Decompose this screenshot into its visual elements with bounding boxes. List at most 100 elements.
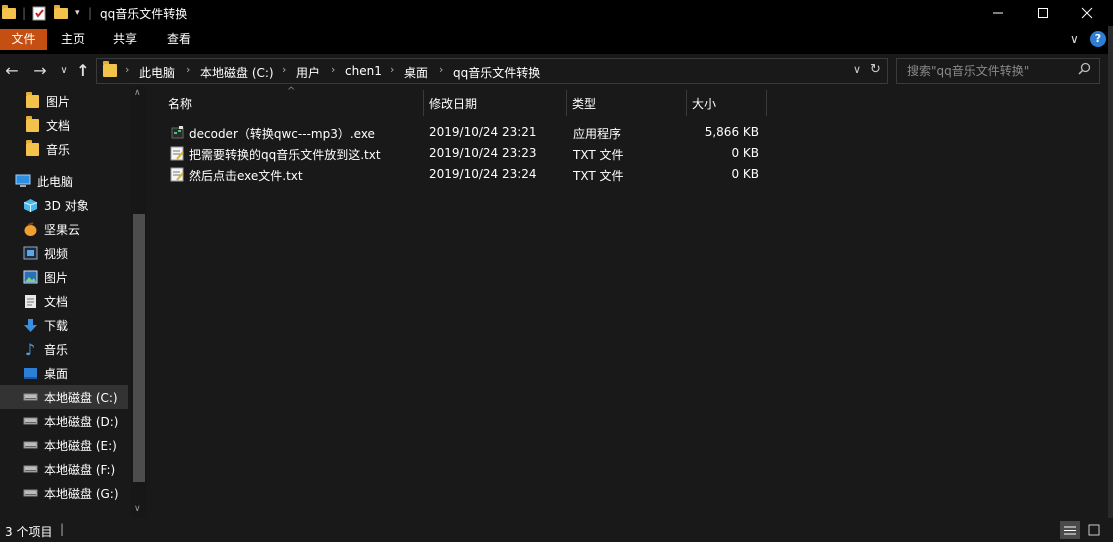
folder-icon [24, 139, 40, 157]
folder-icon [103, 61, 117, 80]
right-edge-strip [1108, 26, 1113, 542]
search-box[interactable] [896, 58, 1100, 84]
nav-item-videos[interactable]: 视频 [0, 241, 150, 265]
window-title: qq音乐文件转换 [100, 7, 188, 21]
file-name: 把需要转换的qq音乐文件放到这.txt [189, 148, 381, 162]
breadcrumb-users[interactable]: 用户 [296, 64, 320, 81]
file-row-decoder[interactable]: decoder（转换qwc---mp3）.exe 2019/10/24 23:2… [166, 123, 786, 144]
drive-icon [22, 413, 38, 429]
tab-view[interactable]: 查看 [160, 29, 198, 50]
properties-icon[interactable] [32, 4, 46, 22]
column-header-date[interactable]: 修改日期 [429, 92, 477, 116]
file-type: 应用程序 [573, 127, 622, 141]
nav-item-drive-f[interactable]: 本地磁盘 (F:) [0, 457, 150, 481]
file-list: ^ 名称 修改日期 类型 大小 decoder（转换qwc---mp3）.exe… [148, 86, 1108, 518]
tab-home[interactable]: 主页 [54, 29, 92, 50]
file-date: 2019/10/24 23:24 [429, 167, 537, 181]
column-divider[interactable] [423, 90, 424, 116]
drive-icon [22, 437, 38, 453]
text-file-icon [170, 167, 184, 185]
expand-ribbon-icon[interactable]: ∨ [1070, 32, 1079, 46]
nav-item-3d-objects[interactable]: 3D 对象 [0, 193, 150, 217]
drive-icon [22, 485, 38, 501]
breadcrumb-this-pc[interactable]: 此电脑 [139, 64, 175, 81]
chevron-right-icon[interactable]: › [186, 63, 190, 76]
file-size: 0 KB [731, 167, 759, 181]
breadcrumb-current-folder[interactable]: qq音乐文件转换 [453, 64, 540, 81]
column-header-name[interactable]: 名称 [168, 92, 192, 116]
column-divider[interactable] [686, 90, 687, 116]
customize-toolbar-icon[interactable]: ▾ [75, 4, 80, 22]
nav-item-nutstore[interactable]: 坚果云 [0, 217, 150, 241]
chevron-right-icon[interactable]: › [439, 63, 443, 76]
scroll-down-icon[interactable]: ∨ [134, 504, 141, 514]
chevron-right-icon[interactable]: › [390, 63, 394, 76]
file-row-instructions-1[interactable]: 把需要转换的qq音乐文件放到这.txt 2019/10/24 23:23 TXT… [166, 144, 786, 165]
help-icon[interactable]: ? [1090, 31, 1106, 47]
minimize-button[interactable] [975, 0, 1021, 26]
file-name: 然后点击exe文件.txt [189, 169, 303, 183]
file-type: TXT 文件 [573, 148, 624, 162]
refresh-icon[interactable]: ↻ [870, 62, 881, 77]
nutstore-icon [22, 221, 38, 237]
forward-button[interactable]: → [30, 61, 50, 81]
file-type: TXT 文件 [573, 169, 624, 183]
nav-item-desktop[interactable]: 桌面 [0, 361, 150, 385]
nav-item-documents-quick[interactable]: 文档 [0, 113, 152, 137]
nav-item-drive-e[interactable]: 本地磁盘 (E:) [0, 433, 150, 457]
address-bar[interactable]: › 此电脑 › 本地磁盘 (C:) › 用户 › chen1 › 桌面 › qq… [96, 58, 888, 84]
documents-icon [22, 293, 38, 309]
desktop-icon [22, 365, 38, 381]
file-row-instructions-2[interactable]: 然后点击exe文件.txt 2019/10/24 23:24 TXT 文件 0 … [166, 165, 786, 186]
folder-icon [24, 115, 40, 133]
nav-item-pictures[interactable]: 图片 [0, 265, 150, 289]
item-count: 3 个项目 [5, 525, 53, 539]
nav-item-music-quick[interactable]: 音乐 [0, 137, 152, 161]
chevron-right-icon[interactable]: › [331, 63, 335, 76]
separator: | [22, 6, 27, 20]
file-name: decoder（转换qwc---mp3）.exe [189, 127, 375, 141]
file-date: 2019/10/24 23:23 [429, 146, 537, 160]
download-icon [22, 317, 38, 333]
nav-item-drive-c[interactable]: 本地磁盘 (C:) [0, 385, 128, 409]
breadcrumb-user[interactable]: chen1 [345, 64, 382, 78]
search-icon[interactable] [1078, 62, 1091, 78]
nav-scroll-thumb[interactable] [133, 214, 145, 482]
folder-icon [24, 91, 40, 109]
large-icons-view-button[interactable] [1084, 521, 1104, 539]
search-input[interactable] [905, 62, 1079, 80]
back-button[interactable]: ← [2, 61, 22, 81]
column-divider[interactable] [766, 90, 767, 116]
drive-icon [22, 389, 38, 405]
maximize-button[interactable] [1020, 0, 1066, 26]
status-bar: 3 个项目 | [0, 518, 1113, 542]
chevron-right-icon[interactable]: › [282, 63, 286, 76]
column-divider[interactable] [566, 90, 567, 116]
recent-locations-icon[interactable]: ∨ [54, 61, 74, 81]
exe-icon [170, 125, 185, 143]
details-view-button[interactable] [1060, 521, 1080, 539]
nav-item-pictures-quick[interactable]: 图片 [0, 89, 152, 113]
nav-item-downloads[interactable]: 下载 [0, 313, 150, 337]
nav-scrollbar[interactable]: ∧ ∨ [131, 86, 147, 518]
file-size: 0 KB [731, 146, 759, 160]
file-date: 2019/10/24 23:21 [429, 125, 537, 139]
tab-share[interactable]: 共享 [106, 29, 144, 50]
tab-file[interactable]: 文件 [0, 29, 47, 50]
nav-item-documents[interactable]: 文档 [0, 289, 150, 313]
new-folder-icon[interactable] [54, 4, 68, 22]
nav-item-music[interactable]: ♪ 音乐 [0, 337, 150, 361]
up-button[interactable]: ↑ [73, 61, 93, 81]
column-header-size[interactable]: 大小 [692, 92, 716, 116]
nav-item-drive-g[interactable]: 本地磁盘 (G:) [0, 481, 150, 505]
scroll-up-icon[interactable]: ∧ [134, 88, 141, 98]
breadcrumb-desktop[interactable]: 桌面 [404, 64, 428, 81]
nav-item-drive-d[interactable]: 本地磁盘 (D:) [0, 409, 150, 433]
column-header-type[interactable]: 类型 [572, 92, 596, 116]
chevron-right-icon[interactable]: › [125, 63, 129, 76]
3d-objects-icon [22, 197, 38, 213]
address-dropdown-icon[interactable]: ∨ [853, 63, 861, 76]
close-button[interactable] [1064, 0, 1110, 26]
nav-item-this-pc[interactable]: 此电脑 [0, 169, 143, 193]
breadcrumb-drive-c[interactable]: 本地磁盘 (C:) [200, 64, 274, 81]
